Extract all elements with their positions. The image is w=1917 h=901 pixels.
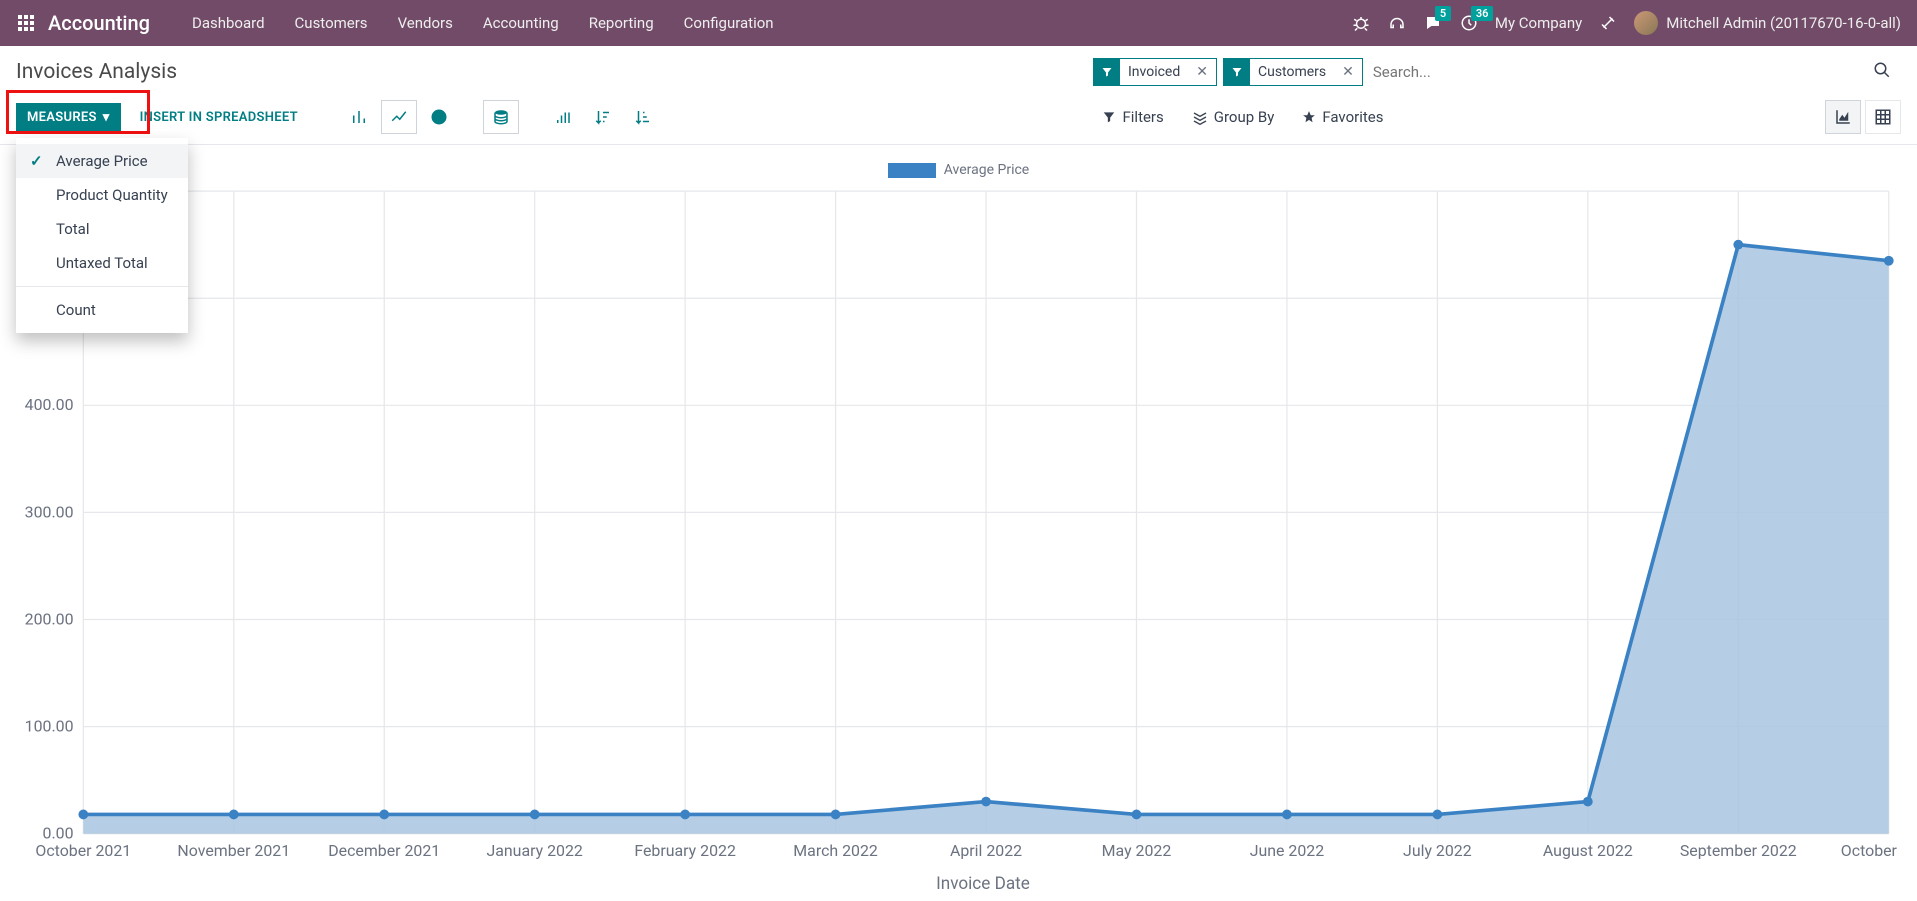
user-menu[interactable]: Mitchell Admin (20117670-16-0-all) xyxy=(1634,11,1901,35)
svg-text:October 2022: October 2022 xyxy=(1841,841,1901,860)
menu-vendors[interactable]: Vendors xyxy=(384,6,467,40)
line-chart-button[interactable] xyxy=(381,100,417,134)
search-input[interactable] xyxy=(1369,59,1863,85)
svg-text:January 2022: January 2022 xyxy=(486,841,582,860)
x-axis: October 2021 November 2021 December 2021 Ja… xyxy=(35,841,1901,860)
control-panel: MEASURES ▾ INSERT IN SPREADSHEET Filters… xyxy=(0,96,1917,145)
sort-group xyxy=(545,100,661,134)
svg-text:April 2022: April 2022 xyxy=(950,841,1022,860)
avatar xyxy=(1634,11,1658,35)
apps-icon[interactable] xyxy=(8,15,44,31)
svg-text:August 2022: August 2022 xyxy=(1543,841,1633,860)
insert-spreadsheet-button[interactable]: INSERT IN SPREADSHEET xyxy=(129,103,309,132)
search-options: Filters Group By Favorites xyxy=(1102,108,1383,126)
svg-text:September 2022: September 2022 xyxy=(1680,841,1797,860)
activities-badge: 36 xyxy=(1471,6,1494,21)
tools-icon[interactable] xyxy=(1598,14,1618,32)
menu-reporting[interactable]: Reporting xyxy=(575,6,668,40)
filter-chip-customers[interactable]: Customers ✕ xyxy=(1223,58,1363,86)
svg-text:February 2022: February 2022 xyxy=(634,841,736,860)
measure-average-price[interactable]: Average Price xyxy=(16,144,188,178)
view-switcher xyxy=(1825,100,1901,134)
svg-text:300.00: 300.00 xyxy=(25,502,74,521)
sort-bars-button[interactable] xyxy=(545,100,581,134)
groupby-dropdown[interactable]: Group By xyxy=(1192,108,1275,126)
svg-text:March 2022: March 2022 xyxy=(793,841,878,860)
menu-configuration[interactable]: Configuration xyxy=(670,6,788,40)
messages-badge: 5 xyxy=(1435,6,1451,21)
svg-text:June 2022: June 2022 xyxy=(1250,841,1325,860)
svg-text:400.00: 400.00 xyxy=(25,395,74,414)
user-name: Mitchell Admin (20117670-16-0-all) xyxy=(1666,14,1901,32)
svg-text:200.00: 200.00 xyxy=(25,609,74,628)
filter-chip-invoiced[interactable]: Invoiced ✕ xyxy=(1093,58,1217,86)
chart-container: Average Price 0.00100.00200.00300.00400.… xyxy=(0,145,1917,895)
support-icon[interactable] xyxy=(1387,14,1407,32)
line-chart: 0.00100.00200.00300.00400.00506 October … xyxy=(16,185,1901,895)
svg-text:May 2022: May 2022 xyxy=(1102,841,1172,860)
messages-icon[interactable]: 5 xyxy=(1423,14,1443,32)
top-navbar: Accounting Dashboard Customers Vendors A… xyxy=(0,0,1917,46)
search-icon[interactable] xyxy=(1863,61,1901,83)
svg-text:October 2021: October 2021 xyxy=(35,841,131,860)
dropdown-separator xyxy=(16,286,188,287)
svg-text:100.00: 100.00 xyxy=(25,717,74,736)
svg-text:December 2021: December 2021 xyxy=(328,841,440,860)
bar-chart-button[interactable] xyxy=(341,100,377,134)
pie-chart-button[interactable] xyxy=(421,100,457,134)
measure-count[interactable]: Count xyxy=(16,293,188,327)
measure-untaxed-total[interactable]: Untaxed Total xyxy=(16,246,188,280)
svg-text:July 2022: July 2022 xyxy=(1403,841,1472,860)
filters-dropdown[interactable]: Filters xyxy=(1102,108,1163,126)
funnel-icon xyxy=(1094,59,1120,85)
funnel-icon xyxy=(1224,59,1250,85)
company-selector[interactable]: My Company xyxy=(1495,14,1582,32)
search-area: Invoiced ✕ Customers ✕ xyxy=(1093,58,1863,86)
menu-dashboard[interactable]: Dashboard xyxy=(178,6,279,40)
menu-customers[interactable]: Customers xyxy=(281,6,382,40)
pivot-view-button[interactable] xyxy=(1865,100,1901,134)
sort-desc-button[interactable] xyxy=(585,100,621,134)
chart-legend: Average Price xyxy=(16,155,1901,185)
measures-dropdown: Average Price Product Quantity Total Unt… xyxy=(16,138,188,333)
chip-text: Invoiced xyxy=(1120,64,1188,80)
graph-view-button[interactable] xyxy=(1825,100,1861,134)
measure-total[interactable]: Total xyxy=(16,212,188,246)
activities-icon[interactable]: 36 xyxy=(1459,14,1479,32)
legend-label: Average Price xyxy=(944,162,1029,178)
svg-text:November 2021: November 2021 xyxy=(177,841,290,860)
chip-text: Customers xyxy=(1250,64,1334,80)
app-brand[interactable]: Accounting xyxy=(48,11,150,35)
page-title: Invoices Analysis xyxy=(16,60,177,84)
favorites-dropdown[interactable]: Favorites xyxy=(1302,108,1383,126)
highlight-annotation xyxy=(6,90,150,134)
chip-close-icon[interactable]: ✕ xyxy=(1334,64,1362,80)
menu-accounting[interactable]: Accounting xyxy=(469,6,573,40)
bug-icon[interactable] xyxy=(1351,14,1371,32)
x-axis-title: Invoice Date xyxy=(936,874,1030,894)
sort-asc-button[interactable] xyxy=(625,100,661,134)
chip-close-icon[interactable]: ✕ xyxy=(1188,64,1216,80)
chart-type-group xyxy=(341,100,457,134)
header-row: Invoices Analysis Invoiced ✕ Customers ✕ xyxy=(0,46,1917,96)
main-menu: Dashboard Customers Vendors Accounting R… xyxy=(178,6,788,40)
measure-product-quantity[interactable]: Product Quantity xyxy=(16,178,188,212)
legend-swatch xyxy=(888,163,936,178)
stacked-button[interactable] xyxy=(483,100,519,134)
